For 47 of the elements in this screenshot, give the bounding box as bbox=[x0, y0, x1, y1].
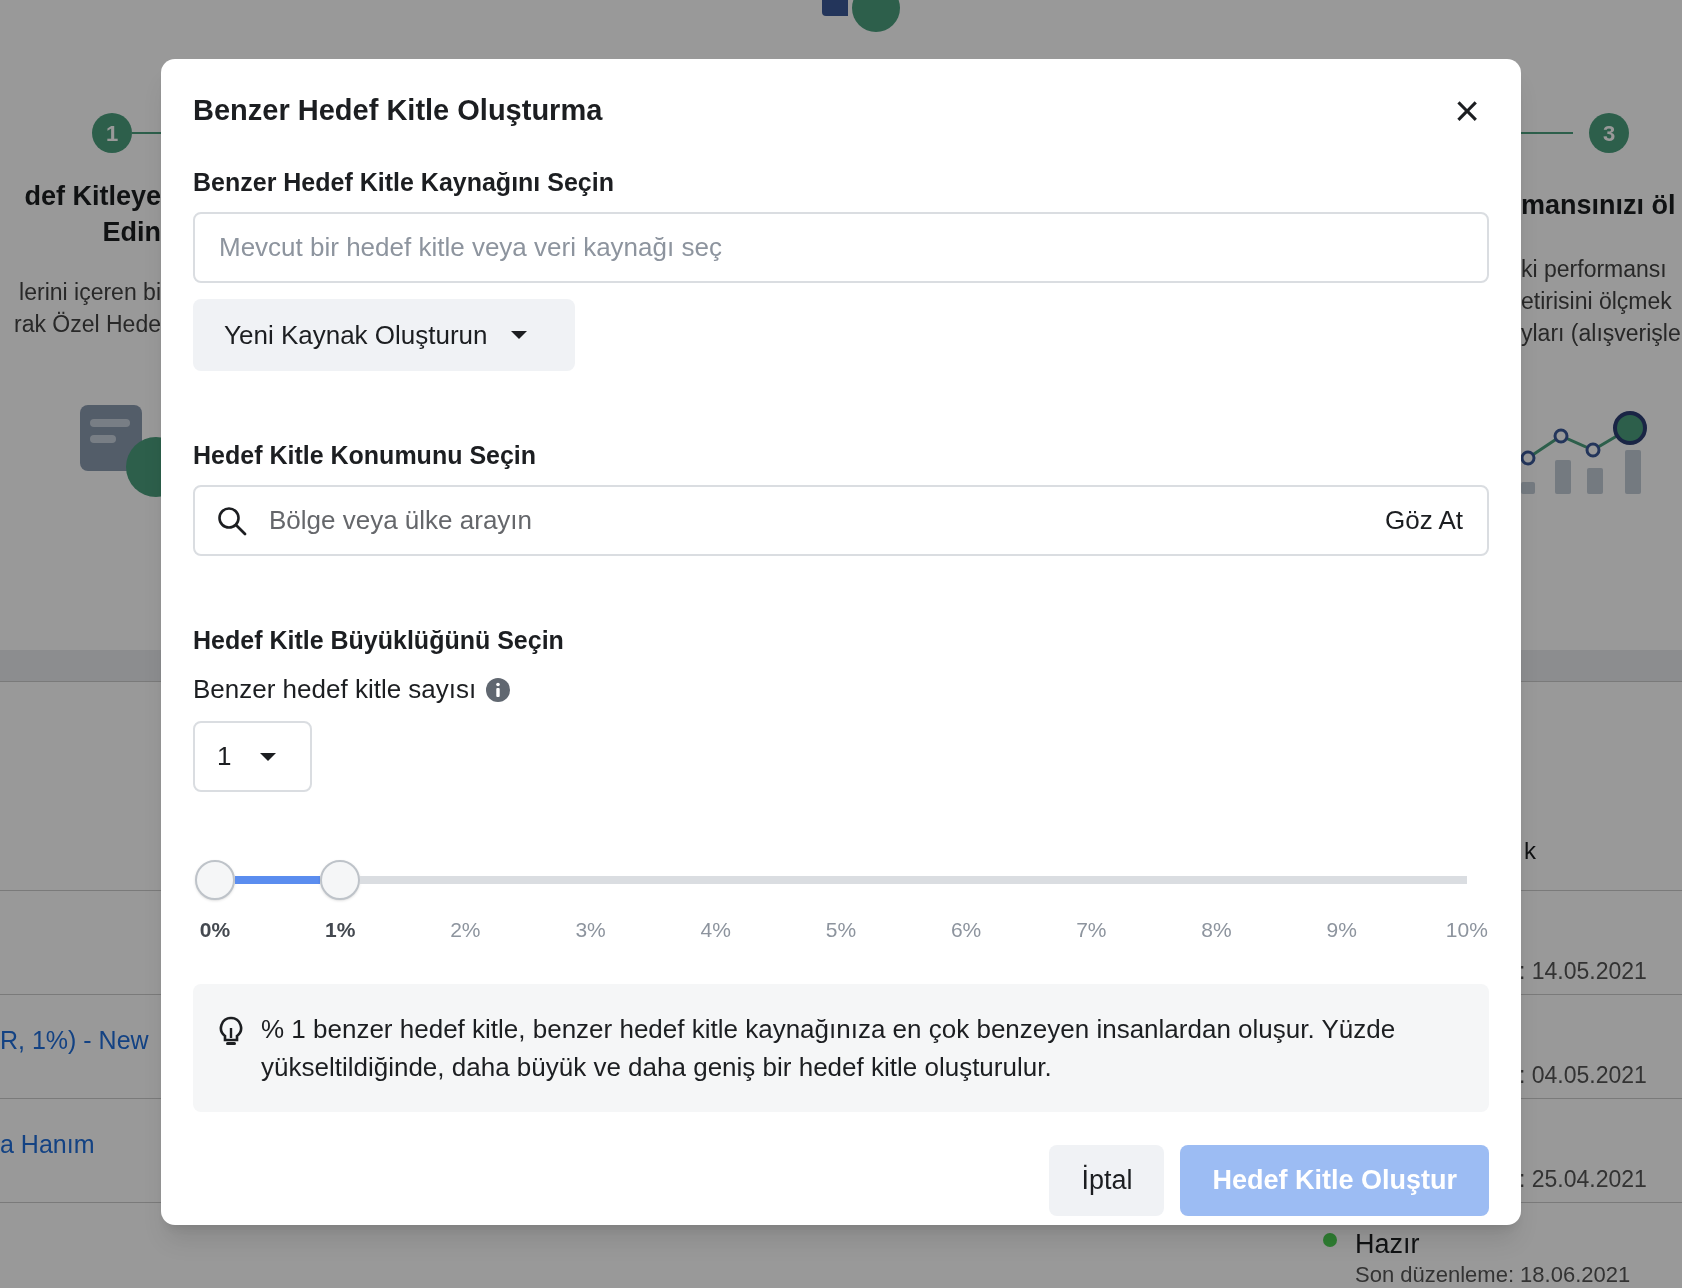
count-label: Benzer hedef kitle sayısı bbox=[193, 673, 477, 706]
edited-date: Son düzenleme: 18.06.2021 bbox=[1355, 1261, 1631, 1288]
cancel-button[interactable]: İptal bbox=[1049, 1144, 1165, 1216]
tick-label: 9% bbox=[1325, 917, 1358, 943]
info-icon bbox=[486, 677, 511, 702]
close-button[interactable]: × bbox=[1447, 91, 1487, 131]
caret-icon bbox=[509, 330, 528, 340]
step-text: etirisini ölçmek bbox=[1521, 287, 1672, 316]
step-title: def Kitleye bbox=[24, 180, 161, 213]
step-title: mansınızı öl bbox=[1521, 189, 1676, 222]
edited-date: : 04.05.2021 bbox=[1519, 1061, 1647, 1090]
tick-label: 4% bbox=[699, 917, 732, 943]
tick-label: 6% bbox=[949, 917, 983, 943]
tick-label: 1% bbox=[324, 917, 357, 943]
tick-label: 7% bbox=[1075, 917, 1108, 943]
slider-handle[interactable] bbox=[195, 860, 235, 900]
step-text: rak Özel Hede bbox=[14, 310, 161, 339]
tick-label: 0% bbox=[198, 917, 232, 943]
step-number: 1 bbox=[92, 113, 132, 153]
caret-icon bbox=[259, 751, 278, 762]
section-label: Hedef Kitle Büyüklüğünü Seçin bbox=[193, 625, 565, 656]
edited-date: : 25.04.2021 bbox=[1519, 1165, 1647, 1194]
lightbulb-icon bbox=[219, 1015, 243, 1048]
search-icon bbox=[217, 505, 247, 536]
status-label: Hazır bbox=[1355, 1228, 1420, 1261]
tip-text: % 1 benzer hedef kitle, benzer hedef kitle kaynağınıza en çok benzeyen insanlardan oluşur. Yüzde yükseltildiğinde, daha büyük ve daha geniş bir hedef kitle oluşturulur. bbox=[261, 1012, 1397, 1084]
dialog-title: Benzer Hedef Kitle Oluşturma bbox=[193, 93, 603, 129]
tick-label: 10% bbox=[1444, 917, 1489, 943]
section-label: Hedef Kitle Konumunu Seçin bbox=[193, 440, 538, 471]
tick-label: 2% bbox=[449, 917, 482, 943]
tick-label: 8% bbox=[1200, 917, 1233, 943]
tick-label: 3% bbox=[574, 917, 607, 943]
section-label: Benzer Hedef Kitle Kaynağını Seçin bbox=[193, 167, 615, 198]
count-dropdown[interactable]: 1 bbox=[193, 721, 312, 792]
edited-date: : 14.05.2021 bbox=[1519, 957, 1647, 986]
step-text: yları (alışverişle bbox=[1521, 319, 1681, 348]
tick-label: 5% bbox=[824, 917, 858, 943]
step-text: lerini içeren bi bbox=[19, 278, 161, 307]
step-number: 3 bbox=[1589, 113, 1629, 153]
step-title: Edin bbox=[102, 216, 161, 249]
slider-handle[interactable] bbox=[320, 860, 361, 900]
browse-button[interactable]: Göz At bbox=[1384, 501, 1463, 540]
source-input-field[interactable]: Mevcut bir hedef kitle veya veri kaynağı seç bbox=[193, 212, 1489, 283]
new-source-button[interactable]: Yeni Kaynak Oluşturun bbox=[193, 299, 575, 371]
step-text: ki performansı bbox=[1521, 255, 1667, 284]
column-header: k bbox=[1524, 836, 1536, 866]
location-search-field[interactable]: Bölge veya ülke arayın Göz At bbox=[193, 485, 1489, 556]
